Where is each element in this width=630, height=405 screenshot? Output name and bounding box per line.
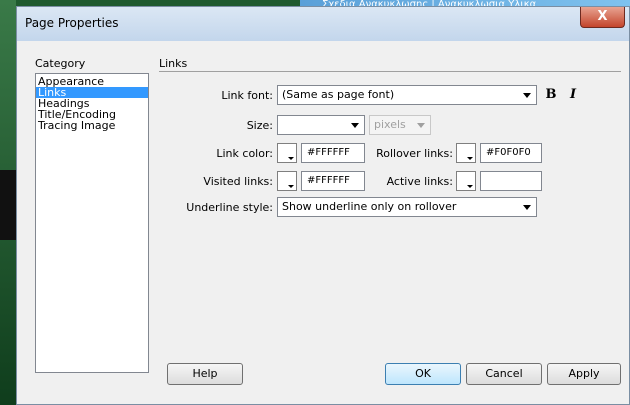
link-font-select[interactable]: (Same as page font) [277, 85, 537, 105]
help-button[interactable]: Help [167, 363, 243, 385]
dialog-title: Page Properties [25, 16, 119, 30]
chevron-down-icon [417, 123, 425, 128]
size-unit-value: pixels [374, 118, 406, 131]
category-item-tracing-image[interactable]: Tracing Image [36, 120, 148, 131]
active-color-swatch[interactable] [456, 171, 476, 191]
size-unit-select[interactable]: pixels [369, 115, 431, 135]
ok-button[interactable]: OK [385, 363, 461, 385]
panel-heading: Links [159, 57, 188, 70]
rollover-links-label: Rollover links: [376, 147, 453, 160]
underline-style-select[interactable]: Show underline only on rollover [277, 197, 537, 217]
visited-color-input[interactable]: #FFFFFF [301, 171, 365, 191]
page-properties-dialog: Page Properties X Category Links Appeara… [16, 6, 630, 405]
link-color-label: Link color: [216, 147, 273, 160]
chevron-down-icon [351, 123, 359, 128]
panel-separator [159, 71, 621, 72]
link-font-value: (Same as page font) [282, 88, 395, 101]
size-label: Size: [246, 119, 273, 132]
cancel-button[interactable]: Cancel [466, 363, 542, 385]
apply-button[interactable]: Apply [547, 363, 621, 385]
dialog-body: Category Links Appearance Links Headings… [25, 41, 621, 399]
underline-style-label: Underline style: [186, 201, 273, 214]
underline-style-value: Show underline only on rollover [282, 200, 457, 213]
rollover-color-input[interactable]: #F0F0F0 [480, 143, 542, 163]
category-heading: Category [35, 57, 86, 70]
category-list[interactable]: Appearance Links Headings Title/Encoding… [35, 73, 149, 373]
bold-button[interactable]: B [541, 85, 561, 105]
chevron-down-icon [523, 205, 531, 210]
link-color-input[interactable]: #FFFFFF [301, 143, 365, 163]
chevron-down-icon [523, 93, 531, 98]
link-color-swatch[interactable] [277, 143, 297, 163]
background-dark-region [0, 170, 16, 240]
visited-color-swatch[interactable] [277, 171, 297, 191]
size-select[interactable] [277, 115, 365, 135]
active-color-input[interactable] [480, 171, 542, 191]
visited-links-label: Visited links: [203, 175, 273, 188]
rollover-color-swatch[interactable] [456, 143, 476, 163]
title-bar[interactable]: Page Properties X [17, 7, 629, 41]
link-font-label: Link font: [221, 89, 273, 102]
active-links-label: Active links: [386, 175, 453, 188]
italic-button[interactable]: I [563, 85, 583, 105]
close-button[interactable]: X [580, 7, 625, 28]
